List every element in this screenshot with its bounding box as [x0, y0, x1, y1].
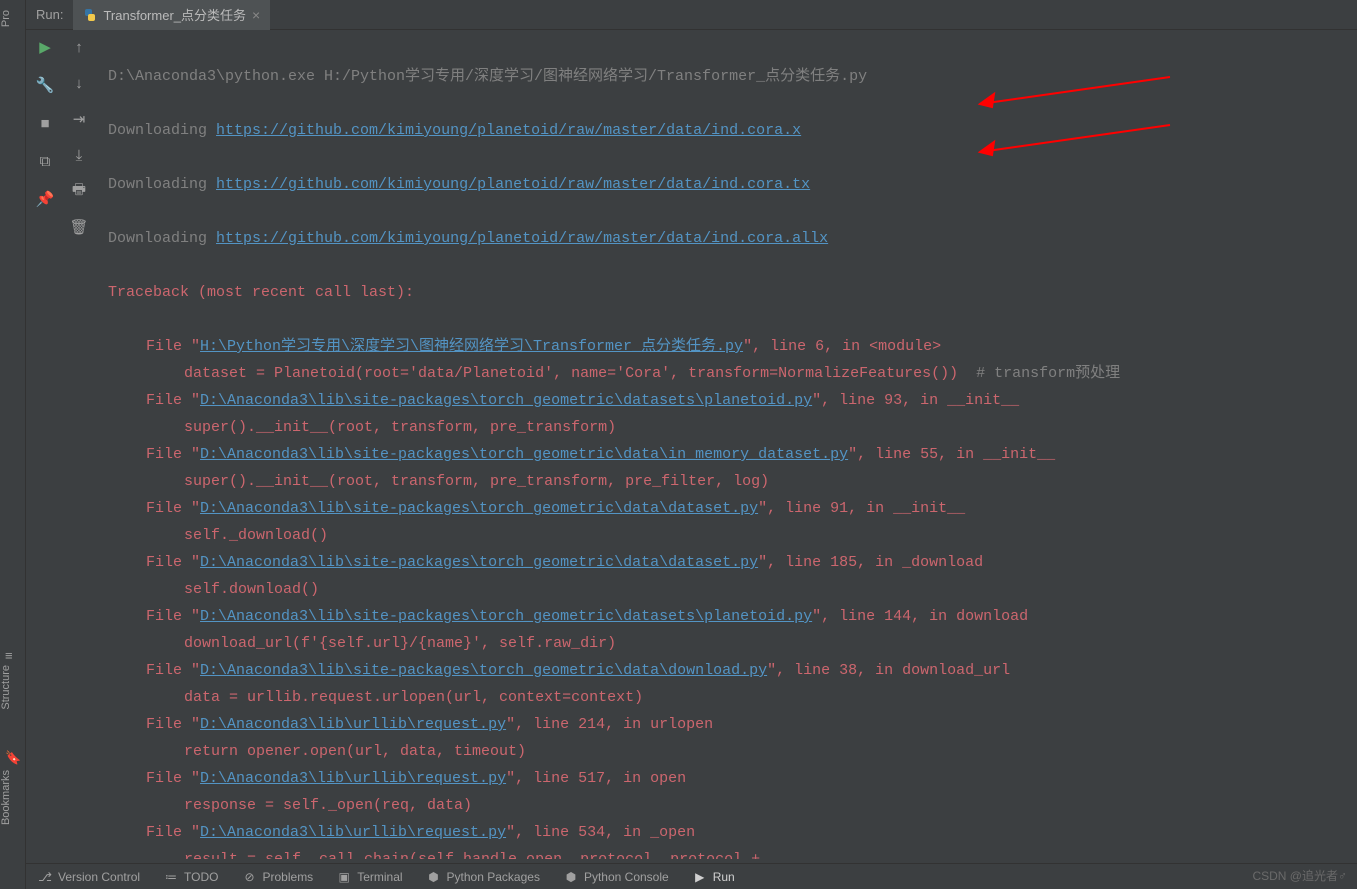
layout-icon[interactable]: ⧉ — [34, 150, 56, 172]
todo-tab[interactable]: ≔TODO — [152, 870, 230, 884]
traceback-file-link[interactable]: D:\Anaconda3\lib\site-packages\torch_geo… — [200, 554, 758, 571]
toolbar-col-a: ▶ 🔧 ■ ⧉ 📌 — [30, 36, 60, 210]
traceback-code-line: self.download() — [108, 576, 1357, 603]
project-tab[interactable]: Pro — [0, 10, 12, 27]
left-gutter: Pro ≡ Structure 🔖 Bookmarks — [0, 0, 26, 889]
traceback-file-link[interactable]: D:\Anaconda3\lib\site-packages\torch_geo… — [200, 608, 812, 625]
run-tab[interactable]: ▶Run — [681, 870, 747, 884]
traceback-file-link[interactable]: D:\Anaconda3\lib\urllib\request.py — [200, 716, 506, 733]
annotation-arrow — [970, 120, 1180, 160]
traceback-code-line: data = urllib.request.urlopen(url, conte… — [108, 684, 1357, 711]
bottom-tool-bar: ⎇Version Control ≔TODO ⊘Problems ▣Termin… — [26, 863, 1357, 889]
traceback-file-line: File "D:\Anaconda3\lib\urllib\request.py… — [108, 711, 1357, 738]
scroll-end-icon[interactable]: ⤓ — [68, 144, 90, 166]
traceback-code-line: super().__init__(root, transform, pre_tr… — [108, 414, 1357, 441]
play-icon: ▶ — [693, 870, 707, 884]
traceback-file-line: File "D:\Anaconda3\lib\site-packages\tor… — [108, 441, 1357, 468]
watermark: CSDN @追光者♂ — [1252, 867, 1347, 884]
traceback-file-line: File "H:\Python学习专用\深度学习\图神经网络学习\Transfo… — [108, 333, 1357, 360]
traceback-file-line: File "D:\Anaconda3\lib\urllib\request.py… — [108, 819, 1357, 846]
download-url[interactable]: https://github.com/kimiyoung/planetoid/r… — [216, 176, 810, 193]
bookmarks-tab[interactable]: Bookmarks — [0, 770, 12, 825]
stop-icon[interactable]: ■ — [34, 112, 56, 134]
branch-icon: ⎇ — [38, 870, 52, 884]
python-icon: ⬢ — [427, 870, 441, 884]
traceback-code-line: super().__init__(root, transform, pre_tr… — [108, 468, 1357, 495]
run-tool-window-header: Run: Transformer_点分类任务 × — [26, 0, 1357, 30]
traceback-code-line: self._download() — [108, 522, 1357, 549]
terminal-tab[interactable]: ▣Terminal — [325, 870, 414, 884]
print-icon[interactable]: 🖶 — [68, 180, 90, 202]
traceback-code-line: download_url(f'{self.url}/{name}', self.… — [108, 630, 1357, 657]
toolbar-col-b: ↑ ↓ ⇥ ⤓ 🖶 🗑 — [64, 36, 94, 238]
traceback-file-line: File "D:\Anaconda3\lib\site-packages\tor… — [108, 603, 1357, 630]
traceback-file-link[interactable]: D:\Anaconda3\lib\site-packages\torch_geo… — [200, 392, 812, 409]
python-console-icon: ⬢ — [564, 870, 578, 884]
traceback-file-link[interactable]: D:\Anaconda3\lib\site-packages\torch_geo… — [200, 662, 767, 679]
tab-label: Transformer_点分类任务 — [103, 5, 246, 24]
run-icon[interactable]: ▶ — [34, 36, 56, 58]
traceback-code-line: return opener.open(url, data, timeout) — [108, 738, 1357, 765]
trash-icon[interactable]: 🗑 — [68, 216, 90, 238]
python-file-icon — [83, 8, 97, 22]
version-control-tab[interactable]: ⎇Version Control — [26, 870, 152, 884]
traceback-file-line: File "D:\Anaconda3\lib\site-packages\tor… — [108, 549, 1357, 576]
traceback-file-link[interactable]: D:\Anaconda3\lib\site-packages\torch_geo… — [200, 500, 758, 517]
list-icon: ≔ — [164, 870, 178, 884]
export-icon[interactable]: ⇥ — [68, 108, 90, 130]
traceback-file-link[interactable]: H:\Python学习专用\深度学习\图神经网络学习\Transformer_点… — [200, 338, 743, 355]
traceback-file-line: File "D:\Anaconda3\lib\site-packages\tor… — [108, 657, 1357, 684]
arrow-down-icon[interactable]: ↓ — [68, 72, 90, 94]
traceback-file-link[interactable]: D:\Anaconda3\lib\urllib\request.py — [200, 770, 506, 787]
download-url[interactable]: https://github.com/kimiyoung/planetoid/r… — [216, 230, 828, 247]
python-packages-tab[interactable]: ⬢Python Packages — [415, 870, 552, 884]
run-config-tab[interactable]: Transformer_点分类任务 × — [73, 0, 270, 30]
download-line: Downloading https://github.com/kimiyoung… — [108, 225, 1357, 252]
traceback-file-link[interactable]: D:\Anaconda3\lib\site-packages\torch_geo… — [200, 446, 848, 463]
traceback-code-line: dataset = Planetoid(root='data/Planetoid… — [108, 360, 1357, 387]
annotation-arrow — [970, 72, 1180, 112]
pin-icon[interactable]: 📌 — [34, 188, 56, 210]
arrow-up-icon[interactable]: ↑ — [68, 36, 90, 58]
python-console-tab[interactable]: ⬢Python Console — [552, 870, 681, 884]
traceback-file-line: File "D:\Anaconda3\lib\site-packages\tor… — [108, 495, 1357, 522]
terminal-icon: ▣ — [337, 870, 351, 884]
traceback-code-line: response = self._open(req, data) — [108, 792, 1357, 819]
warning-icon: ⊘ — [243, 870, 257, 884]
bookmark-icon: 🔖 — [5, 750, 21, 766]
traceback-file-link[interactable]: D:\Anaconda3\lib\urllib\request.py — [200, 824, 506, 841]
download-url[interactable]: https://github.com/kimiyoung/planetoid/r… — [216, 122, 801, 139]
run-label: Run: — [26, 7, 73, 22]
traceback-file-line: File "D:\Anaconda3\lib\site-packages\tor… — [108, 387, 1357, 414]
traceback-file-line: File "D:\Anaconda3\lib\urllib\request.py… — [108, 765, 1357, 792]
structure-tab[interactable]: Structure — [0, 665, 12, 710]
wrench-icon[interactable]: 🔧 — [34, 74, 56, 96]
structure-icon: ≡ — [5, 648, 21, 664]
close-icon[interactable]: × — [252, 7, 260, 23]
download-line: Downloading https://github.com/kimiyoung… — [108, 171, 1357, 198]
problems-tab[interactable]: ⊘Problems — [231, 870, 326, 884]
traceback-header: Traceback (most recent call last): — [108, 279, 1357, 306]
traceback-code-line: result = self._call_chain(self.handle_op… — [108, 846, 1357, 859]
